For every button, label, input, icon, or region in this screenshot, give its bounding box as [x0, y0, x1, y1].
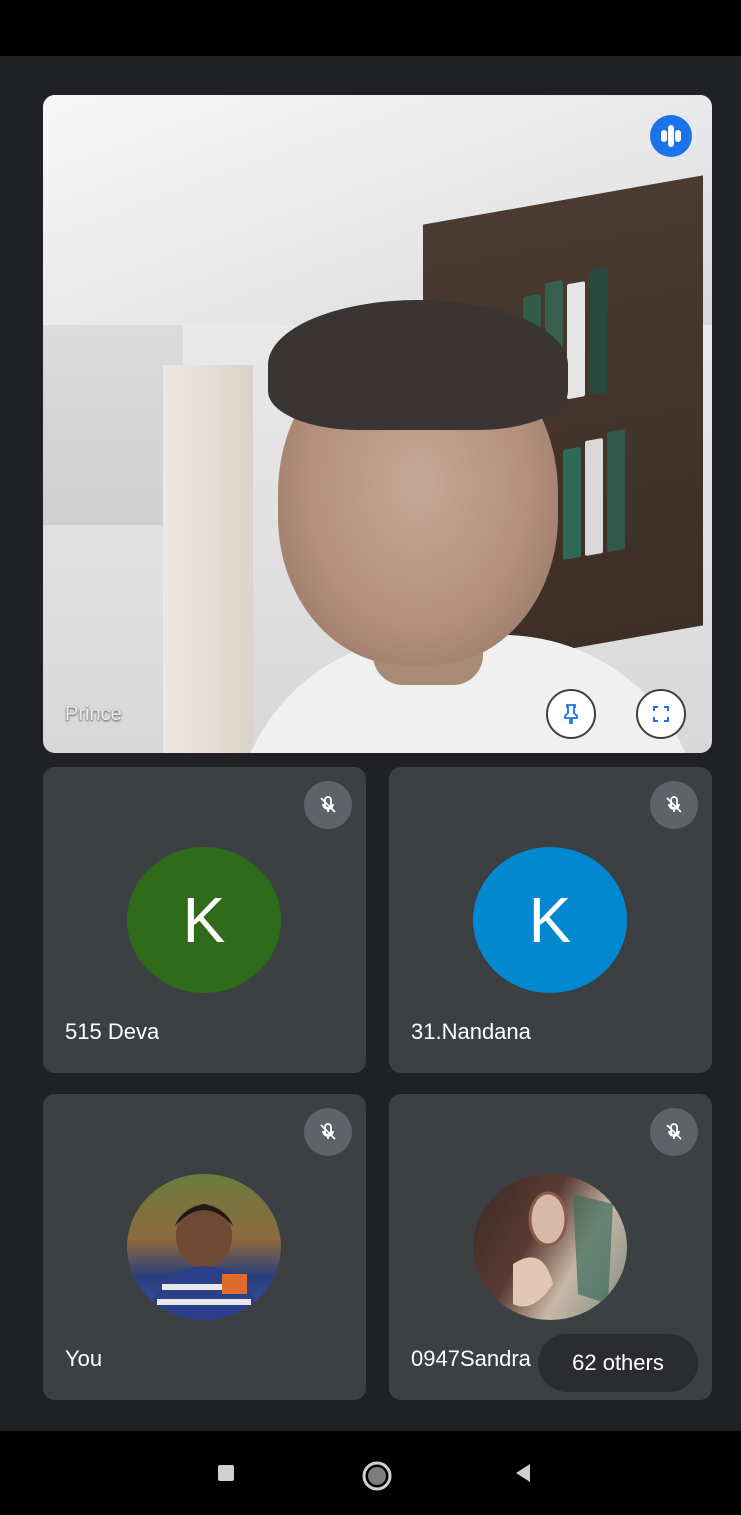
participant-name: 31.Nandana: [411, 1019, 531, 1044]
meeting-grid: Prince K 515 Deva K 31.Nandana You 0947S…: [0, 56, 741, 1431]
mic-off-icon: [650, 781, 698, 829]
avatar: K: [127, 847, 281, 993]
triangle-back-icon[interactable]: [510, 1459, 538, 1487]
video-window: [43, 325, 183, 525]
participant-tile[interactable]: K 515 Deva: [43, 767, 366, 1073]
avatar: [127, 1174, 281, 1320]
mic-off-icon: [304, 781, 352, 829]
main-speaker-tile[interactable]: Prince: [43, 95, 712, 753]
pin-button[interactable]: [546, 689, 596, 739]
avatar: [473, 1174, 627, 1320]
mic-off-icon: [304, 1108, 352, 1156]
avatar: K: [473, 847, 627, 993]
participant-tile-self[interactable]: You: [43, 1094, 366, 1400]
speaker-name-label: Prince: [65, 703, 122, 725]
participant-name: 515 Deva: [65, 1019, 160, 1044]
circle-home-icon[interactable]: [360, 1459, 394, 1493]
participant-name: 0947Sandra: [411, 1346, 531, 1371]
participant-name: You: [65, 1346, 103, 1371]
fullscreen-icon: [653, 706, 669, 722]
pin-icon: [564, 704, 578, 724]
video-person-hair: [268, 300, 568, 430]
participant-tile[interactable]: K 31.Nandana: [389, 767, 712, 1073]
mic-off-icon: [650, 1108, 698, 1156]
video-pillar: [163, 365, 253, 753]
navigation-bar: [0, 1431, 741, 1515]
others-count-button[interactable]: 62 others: [538, 1334, 698, 1392]
audio-level-icon: [650, 115, 692, 157]
fullscreen-button[interactable]: [636, 689, 686, 739]
status-bar: [0, 0, 741, 56]
square-recents-icon[interactable]: [212, 1459, 240, 1487]
